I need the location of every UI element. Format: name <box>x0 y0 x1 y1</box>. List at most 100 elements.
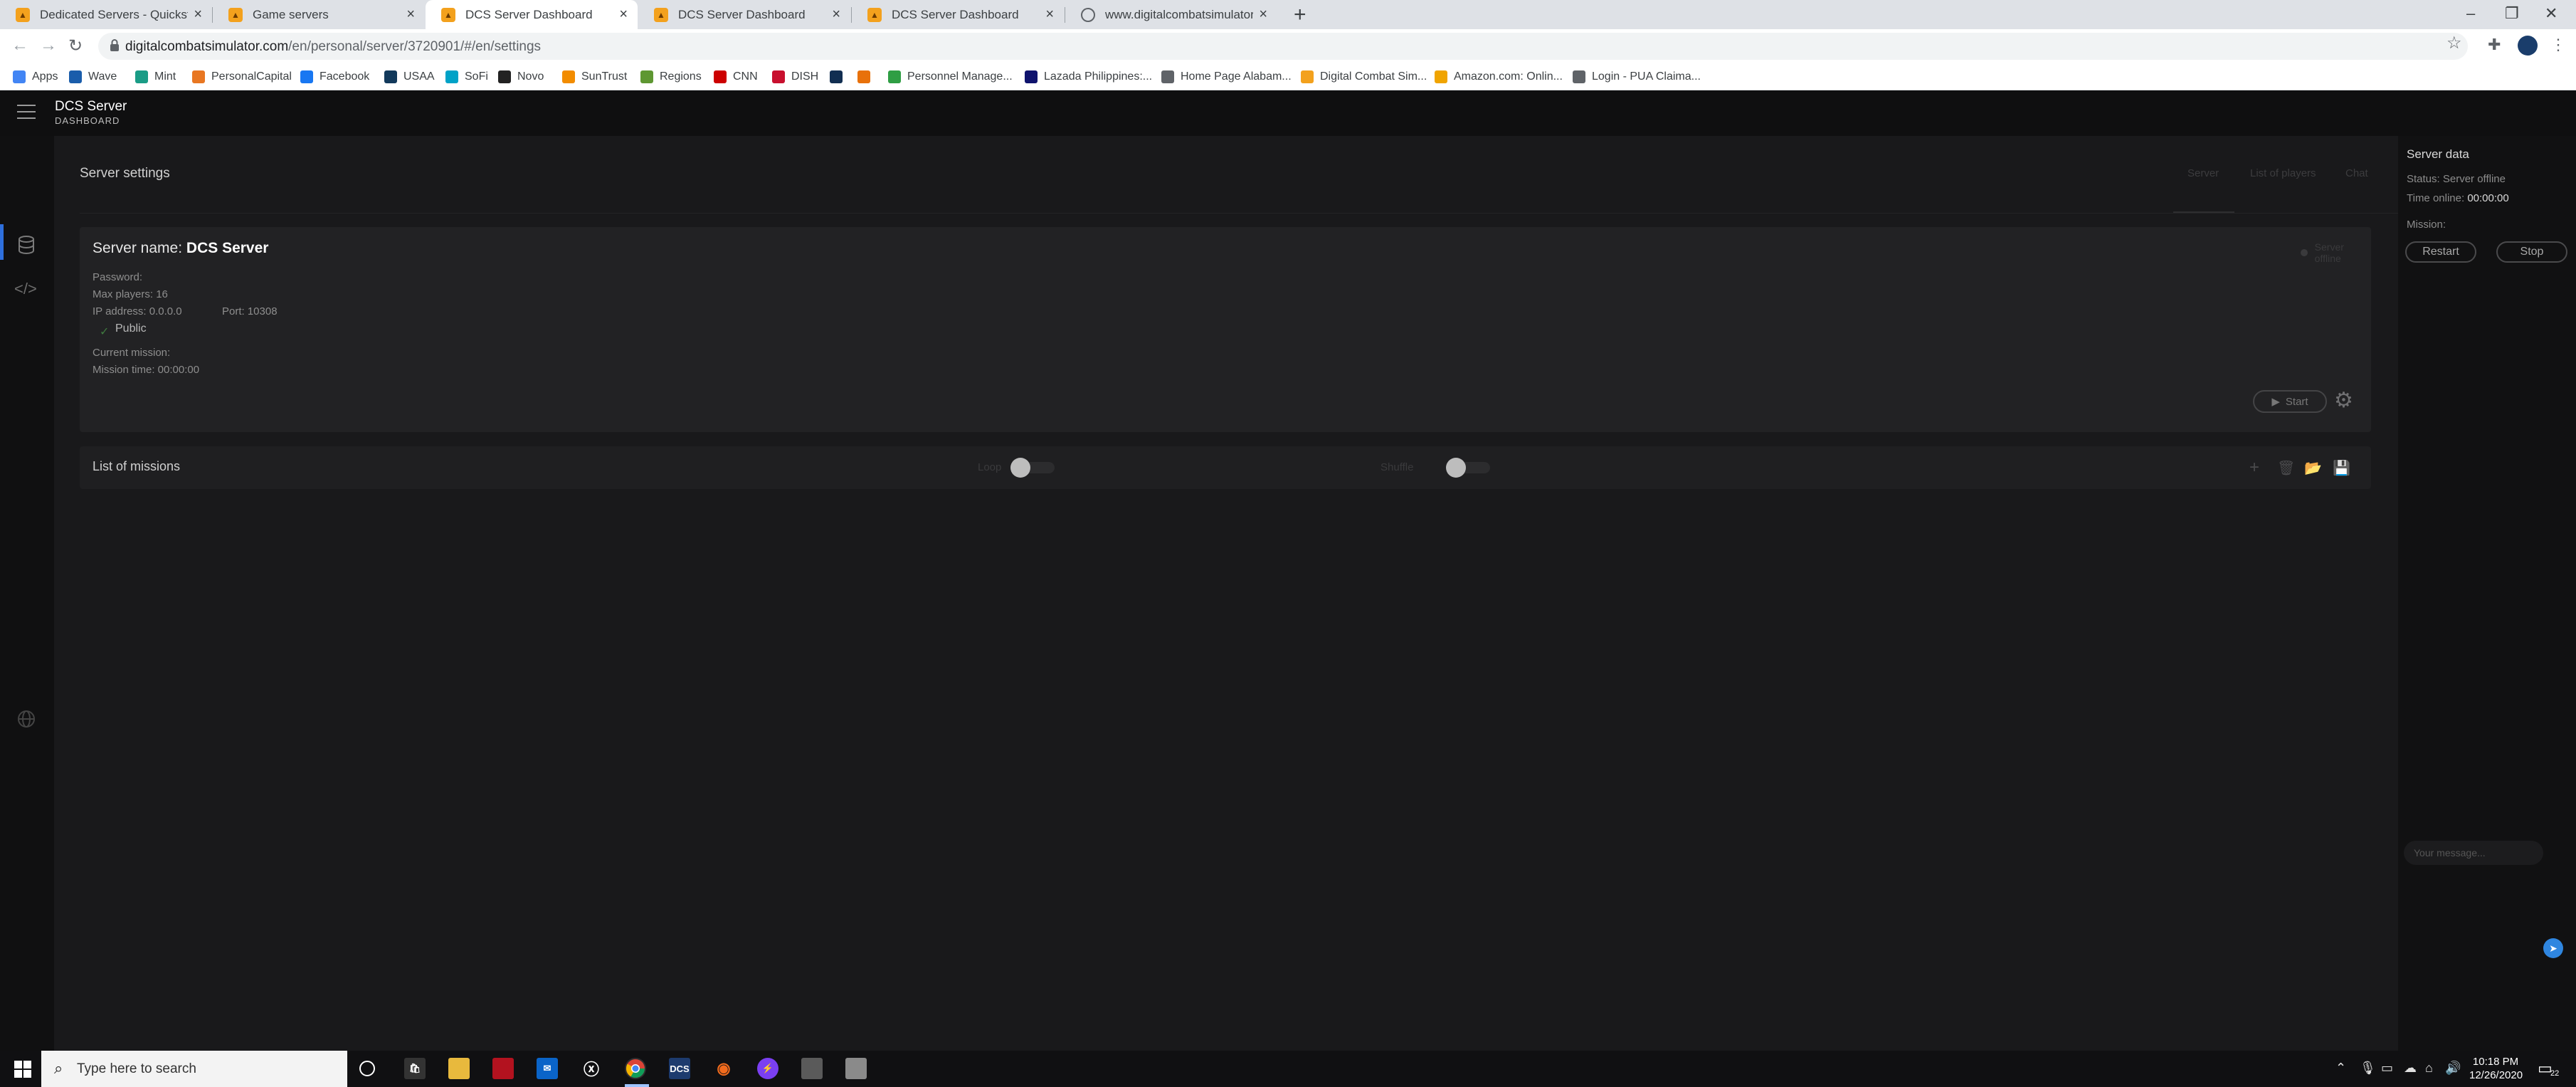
browser-tab-active[interactable]: ▲ DCS Server Dashboard × <box>426 0 638 29</box>
bookmark-item[interactable]: USAA <box>384 63 435 90</box>
code-icon[interactable]: </> <box>14 280 37 298</box>
bookmark-star-icon[interactable]: ☆ <box>2446 33 2462 53</box>
messenger-icon[interactable]: ⚡ <box>757 1058 778 1079</box>
bookmark-item[interactable]: Personnel Manage... <box>888 63 1013 90</box>
origin-icon[interactable]: ◉ <box>713 1058 734 1079</box>
bookmark-item[interactable]: DISH <box>772 63 818 90</box>
tab-server[interactable]: Server <box>2187 167 2219 179</box>
close-window-icon[interactable]: ✕ <box>2545 4 2557 23</box>
app-window-icon[interactable] <box>845 1058 867 1079</box>
bookmark-item[interactable]: Digital Combat Sim... <box>1301 63 1427 90</box>
server-name: Server name: DCS Server <box>93 240 268 257</box>
bookmark-item[interactable]: SoFi <box>445 63 488 90</box>
volume-icon[interactable]: 🔊 <box>2445 1061 2461 1076</box>
browser-tab[interactable]: ▲ DCS Server Dashboard × <box>638 0 850 29</box>
minimize-icon[interactable]: – <box>2466 4 2475 23</box>
shuffle-toggle[interactable] <box>1446 458 1490 478</box>
network-icon[interactable]: ⌂ <box>2425 1061 2433 1076</box>
dcs-taskbar-icon[interactable]: DCS <box>669 1058 690 1079</box>
bookmark-item[interactable]: Facebook <box>300 63 369 90</box>
server-data-title: Server data <box>2407 147 2469 161</box>
tab-close-icon[interactable]: × <box>1259 6 1267 23</box>
save-icon[interactable]: 💾 <box>2333 459 2350 477</box>
tray-chevron-icon[interactable]: ⌃ <box>2335 1061 2346 1076</box>
start-server-button[interactable]: ▶ Start <box>2253 390 2327 413</box>
reload-icon[interactable]: ↻ <box>68 36 83 56</box>
bookmark-item[interactable]: Home Page Alabam... <box>1161 63 1292 90</box>
restore-icon[interactable]: ❐ <box>2505 4 2519 23</box>
browser-tab[interactable]: ▲ Game servers × <box>213 0 425 29</box>
folder-open-icon[interactable]: 📂 <box>2304 459 2322 477</box>
cortana-icon[interactable] <box>359 1061 375 1076</box>
browser-tab[interactable]: www.digitalcombatsimulator.com × <box>1065 0 1277 29</box>
public-checkbox[interactable]: ✓ <box>100 325 114 339</box>
add-mission-icon[interactable]: + <box>2249 458 2259 478</box>
bookmark-item[interactable]: CNN <box>714 63 758 90</box>
battery-icon[interactable]: ▭ <box>2381 1061 2393 1076</box>
tab-chat[interactable]: Chat <box>2345 167 2368 179</box>
tab-close-icon[interactable]: × <box>406 6 415 23</box>
tab-close-icon[interactable]: × <box>832 6 840 23</box>
bookmark-label: Wave <box>88 70 117 83</box>
bookmark-item[interactable]: Wave <box>69 63 117 90</box>
tab-list-of-players[interactable]: List of players <box>2250 167 2316 179</box>
mail-icon[interactable]: ✉ <box>537 1058 558 1079</box>
forward-icon[interactable]: → <box>40 36 57 56</box>
globe-icon[interactable] <box>16 708 37 730</box>
back-icon[interactable]: ← <box>11 36 28 56</box>
bookmark-item[interactable]: Apps <box>13 63 58 90</box>
chat-message-input[interactable] <box>2404 841 2543 865</box>
send-message-button[interactable]: ➤ <box>2543 938 2563 958</box>
new-tab-icon[interactable]: + <box>1294 3 1307 27</box>
stop-button[interactable]: Stop <box>2496 241 2567 263</box>
start-label: Start <box>2285 395 2308 408</box>
tab-close-icon[interactable]: × <box>619 6 628 23</box>
bookmark-item[interactable]: Regions <box>640 63 702 90</box>
bookmark-item[interactable]: Login - PUA Claima... <box>1573 63 1701 90</box>
profile-avatar[interactable] <box>2518 36 2538 56</box>
active-nav-indicator <box>0 224 4 260</box>
status-dot <box>2301 249 2308 256</box>
microphone-icon[interactable]: 🎙 <box>2360 1061 2376 1076</box>
gear-icon[interactable]: ⚙ <box>2334 388 2353 413</box>
store-icon[interactable]: 🛍 <box>404 1058 426 1079</box>
facebook-icon <box>300 70 313 83</box>
tab-close-icon[interactable]: × <box>194 6 202 23</box>
bookmark-item[interactable]: PersonalCapital <box>192 63 292 90</box>
lock-icon <box>110 39 119 51</box>
bookmark-item[interactable]: Mint <box>135 63 176 90</box>
brand-subtitle: DASHBOARD <box>55 115 120 126</box>
tab-close-icon[interactable]: × <box>1045 6 1054 23</box>
main-content: Server settings Server List of players C… <box>54 136 2398 1051</box>
cloud-icon[interactable]: ☁ <box>2404 1061 2417 1076</box>
xbox-icon[interactable]: ⓧ <box>581 1058 602 1079</box>
file-explorer-icon[interactable] <box>448 1058 470 1079</box>
app-window-icon[interactable] <box>801 1058 823 1079</box>
taskbar-search-box[interactable]: ⌕ Type here to search <box>41 1051 347 1087</box>
windows-start-icon[interactable] <box>14 1061 31 1078</box>
chrome-icon[interactable] <box>625 1058 646 1079</box>
browser-tab[interactable]: ▲ DCS Server Dashboard × <box>852 0 1064 29</box>
loop-toggle[interactable] <box>1010 458 1055 478</box>
bookmark-item[interactable]: Amazon.com: Onlin... <box>1435 63 1563 90</box>
tab-title: DCS Server Dashboard <box>892 7 1019 21</box>
bookmark-item[interactable]: Novo <box>498 63 544 90</box>
taskbar-clock[interactable]: 10:18 PM 12/26/2020 <box>2469 1055 2523 1082</box>
browser-tab[interactable]: ▲ Dedicated Servers - Quickstart - × <box>0 0 212 29</box>
bookmark-item[interactable]: SunTrust <box>562 63 627 90</box>
delete-icon[interactable]: 🗑 <box>2277 459 2295 477</box>
missions-title: List of missions <box>93 459 181 473</box>
suntrust-icon <box>562 70 575 83</box>
menu-kebab-icon[interactable]: ⋮ <box>2550 36 2566 54</box>
bookmarks-bar: Apps Wave Mint PersonalCapital Facebook USAA S… <box>0 63 2576 90</box>
address-bar[interactable]: digitalcombatsimulator.com/en/personal/s… <box>98 33 2468 60</box>
bookmark-item[interactable]: Lazada Philippines:... <box>1025 63 1152 90</box>
bookmark-item[interactable] <box>830 63 849 90</box>
bookmark-label: CNN <box>733 70 758 83</box>
database-icon[interactable] <box>16 234 37 256</box>
hamburger-menu-icon[interactable] <box>17 105 36 119</box>
extensions-icon[interactable]: ✚ <box>2488 36 2501 54</box>
restart-button[interactable]: Restart <box>2405 241 2476 263</box>
app-red-icon[interactable] <box>492 1058 514 1079</box>
bookmark-item[interactable] <box>857 63 877 90</box>
